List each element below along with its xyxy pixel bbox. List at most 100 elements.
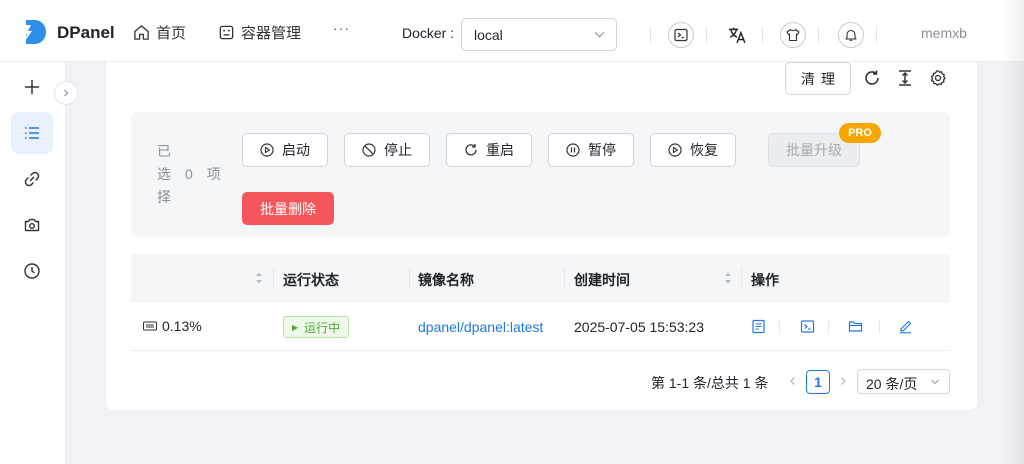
created-time: 2025-07-05 15:53:23 bbox=[574, 319, 704, 335]
top-header: DPanel 首页 容器管理 ··· Docker : local memxb bbox=[0, 0, 1024, 62]
pro-badge: PRO bbox=[839, 123, 881, 143]
header-divider bbox=[876, 26, 877, 44]
batch-upgrade-label: 批量升级 bbox=[786, 142, 842, 158]
batch-restart-button[interactable]: 重启 bbox=[446, 133, 532, 167]
pagination-total: 第 1-1 条/总共 1 条 bbox=[651, 375, 769, 391]
page-size-select[interactable]: 20 条/页 bbox=[857, 369, 950, 394]
table-row[interactable]: 0.13% ▶ 运行中 dpanel/dpanel:latest 2025-07… bbox=[131, 303, 950, 351]
batch-resume-button[interactable]: 恢复 bbox=[650, 133, 736, 167]
status-badge: ▶ 运行中 bbox=[283, 316, 350, 338]
sidebar bbox=[0, 62, 66, 464]
sidebar-expand-button[interactable] bbox=[54, 81, 78, 105]
translate-icon bbox=[729, 27, 746, 44]
batch-resume-label: 恢复 bbox=[690, 142, 718, 158]
theme-shirt-icon bbox=[786, 28, 800, 42]
refresh-icon[interactable] bbox=[863, 69, 881, 87]
selected-text-line3: 择 bbox=[157, 189, 171, 205]
container-icon bbox=[219, 25, 234, 40]
nav-container-label: 容器管理 bbox=[241, 25, 302, 42]
docker-env-value: local bbox=[474, 27, 503, 43]
edit-icon[interactable] bbox=[898, 319, 913, 334]
bell-icon bbox=[845, 29, 857, 41]
next-page-icon[interactable] bbox=[838, 376, 848, 386]
action-divider bbox=[879, 321, 880, 333]
sidebar-item-snapshot[interactable] bbox=[11, 204, 53, 246]
batch-start-button[interactable]: 启动 bbox=[242, 133, 328, 167]
column-divider bbox=[273, 268, 274, 288]
status-text: 运行中 bbox=[304, 320, 341, 335]
column-header-created[interactable]: 创建时间 bbox=[574, 270, 630, 290]
header-divider bbox=[650, 26, 651, 44]
sort-icon[interactable] bbox=[724, 270, 732, 286]
header-divider bbox=[762, 26, 763, 44]
brand-name[interactable]: DPanel bbox=[57, 23, 115, 43]
cpu-chip-icon bbox=[143, 321, 157, 331]
column-header-actions: 操作 bbox=[751, 272, 779, 288]
stop-icon bbox=[362, 143, 376, 157]
header-divider bbox=[706, 26, 707, 44]
header-divider bbox=[818, 26, 819, 44]
column-divider bbox=[564, 268, 565, 288]
docker-label: Docker : bbox=[402, 25, 455, 41]
batch-restart-label: 重启 bbox=[486, 142, 514, 158]
page-size-value: 20 条/页 bbox=[866, 376, 918, 392]
docker-env-select[interactable]: local bbox=[461, 18, 617, 51]
terminal-button[interactable] bbox=[668, 22, 694, 48]
language-button[interactable] bbox=[724, 22, 750, 48]
selected-unit: 项 bbox=[206, 166, 221, 182]
selected-count: 0 bbox=[185, 166, 193, 182]
cpu-usage-value: 0.13% bbox=[162, 318, 202, 334]
nav-home[interactable]: 首页 bbox=[133, 22, 186, 43]
column-header-image: 镜像名称 bbox=[418, 272, 474, 288]
selected-text-word: 选 bbox=[157, 166, 171, 182]
current-page-button[interactable]: 1 bbox=[806, 370, 830, 394]
nav-home-label: 首页 bbox=[156, 25, 187, 42]
chevron-right-icon bbox=[64, 89, 69, 97]
column-divider bbox=[409, 268, 410, 288]
batch-pause-button[interactable]: 暂停 bbox=[548, 133, 634, 167]
restart-icon bbox=[465, 144, 477, 156]
running-play-icon: ▶ bbox=[292, 322, 299, 332]
dpanel-logo-icon bbox=[23, 20, 46, 44]
column-height-icon[interactable] bbox=[896, 69, 914, 87]
list-icon bbox=[25, 127, 39, 139]
column-divider bbox=[741, 268, 742, 288]
clean-button[interactable]: 清理 bbox=[785, 62, 851, 95]
batch-stop-label: 停止 bbox=[384, 142, 412, 158]
batch-delete-button[interactable]: 批量删除 bbox=[242, 192, 334, 225]
terminal-icon[interactable] bbox=[800, 319, 815, 334]
link-icon bbox=[24, 171, 40, 187]
user-menu[interactable]: memxb bbox=[921, 25, 967, 41]
batch-start-label: 启动 bbox=[282, 142, 310, 158]
window-edge-shadow bbox=[1003, 0, 1024, 464]
sidebar-item-list[interactable] bbox=[11, 112, 53, 154]
details-icon[interactable] bbox=[751, 319, 766, 334]
sort-icon[interactable] bbox=[255, 270, 263, 286]
clock-icon bbox=[24, 263, 40, 279]
home-icon bbox=[134, 25, 149, 40]
column-header-status: 运行状态 bbox=[283, 272, 339, 288]
selected-text-line1: 已 bbox=[157, 143, 171, 159]
nav-container-management[interactable]: 容器管理 bbox=[218, 22, 301, 43]
nav-more-button[interactable]: ··· bbox=[333, 20, 350, 36]
prev-page-icon[interactable] bbox=[788, 376, 798, 386]
chevron-down-icon bbox=[931, 379, 939, 385]
image-name-link[interactable]: dpanel/dpanel:latest bbox=[418, 319, 543, 335]
settings-gear-icon[interactable] bbox=[929, 69, 947, 87]
sidebar-item-create[interactable] bbox=[11, 66, 53, 108]
notification-button[interactable] bbox=[838, 22, 864, 48]
play-icon bbox=[260, 143, 274, 157]
cpu-usage: 0.13% bbox=[143, 318, 202, 334]
plus-icon bbox=[25, 80, 39, 94]
batch-stop-button[interactable]: 停止 bbox=[344, 133, 430, 167]
sidebar-item-link[interactable] bbox=[11, 158, 53, 200]
pause-icon bbox=[566, 143, 580, 157]
terminal-icon bbox=[674, 28, 688, 42]
selected-count-text: 已 选 0 项 择 bbox=[157, 140, 221, 209]
sidebar-item-schedule[interactable] bbox=[11, 250, 53, 292]
action-divider bbox=[779, 321, 780, 333]
camera-icon bbox=[24, 218, 40, 232]
folder-icon[interactable] bbox=[848, 319, 863, 334]
resume-icon bbox=[668, 143, 682, 157]
theme-button[interactable] bbox=[780, 22, 806, 48]
